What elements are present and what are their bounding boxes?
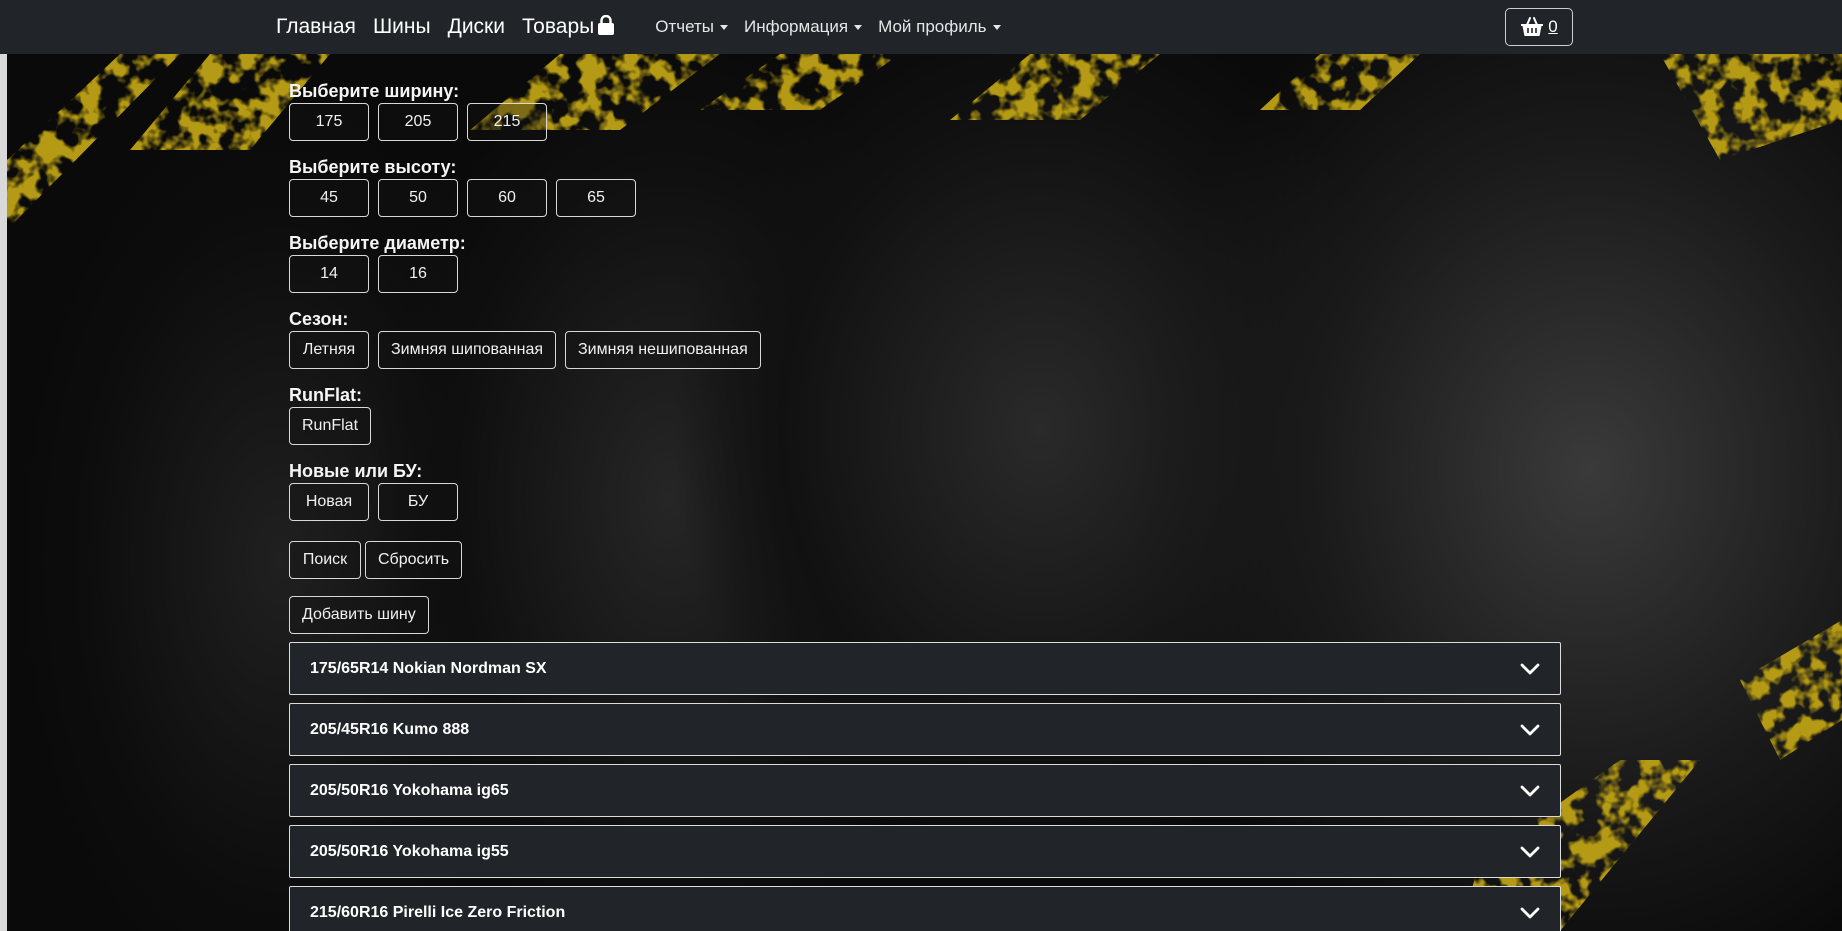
basket-icon (1521, 17, 1544, 36)
filter-panel: Выберите ширину: 175 205 215 Выберите вы… (289, 80, 761, 536)
nav-info-dropdown[interactable]: Информация (744, 17, 863, 37)
chevron-down-icon (1520, 907, 1540, 918)
nav-profile-label: Мой профиль (878, 17, 987, 36)
tire-list: 175/65R14 Nokian Nordman SX 205/45R16 Ku… (289, 642, 1561, 931)
lock-icon (598, 15, 615, 35)
nav-reports-label: Отчеты (655, 17, 714, 36)
width-option-205[interactable]: 205 (378, 103, 458, 141)
width-option-175[interactable]: 175 (289, 103, 369, 141)
tire-list-item[interactable]: 175/65R14 Nokian Nordman SX (289, 642, 1561, 695)
filter-actions: Поиск Сбросить (289, 541, 463, 579)
season-filter-label: Сезон: (289, 309, 349, 329)
season-filter: Сезон: Летняя Зимняя шипованная Зимняя н… (289, 308, 761, 369)
season-option-summer[interactable]: Летняя (289, 331, 369, 369)
tire-title: 205/45R16 Kumo 888 (310, 720, 470, 738)
nav-info-label: Информация (744, 17, 849, 36)
width-filter: Выберите ширину: 175 205 215 (289, 80, 761, 141)
tire-list-item[interactable]: 215/60R16 Pirelli Ice Zero Friction (289, 886, 1561, 931)
caret-down-icon (854, 24, 863, 30)
height-option-65[interactable]: 65 (556, 179, 636, 217)
height-option-45[interactable]: 45 (289, 179, 369, 217)
search-button[interactable]: Поиск (289, 541, 361, 579)
window-edge (0, 0, 7, 931)
nav-goods-label: Товары (521, 15, 595, 38)
caret-down-icon (720, 24, 728, 30)
tire-title: 215/60R16 Pirelli Ice Zero Friction (310, 903, 566, 921)
cart-count: 0 (1548, 17, 1558, 36)
height-filter: Выберите высоту: 45 50 60 65 (289, 156, 761, 217)
nav-goods-link[interactable]: Товары (522, 15, 615, 39)
runflat-option[interactable]: RunFlat (289, 407, 372, 445)
diameter-option-16[interactable]: 16 (378, 255, 458, 293)
top-navbar: Главная Шины Диски Товары Отчеты Информа… (0, 0, 1842, 54)
chevron-down-icon (1520, 785, 1540, 796)
season-option-winter-studded[interactable]: Зимняя шипованная (378, 331, 556, 369)
height-filter-label: Выберите высоту: (289, 157, 457, 177)
chevron-down-icon (1520, 846, 1540, 857)
condition-filter-label: Новые или БУ: (289, 461, 423, 481)
cart-button[interactable]: 0 (1505, 8, 1573, 46)
condition-option-used[interactable]: БУ (378, 483, 458, 521)
diameter-filter: Выберите диаметр: 14 16 (289, 232, 761, 293)
reset-button[interactable]: Сбросить (365, 541, 463, 579)
chevron-down-icon (1520, 724, 1540, 735)
tire-list-item[interactable]: 205/50R16 Yokohama ig65 (289, 764, 1561, 817)
height-option-50[interactable]: 50 (378, 179, 458, 217)
nav-wheels-link[interactable]: Диски (448, 15, 505, 39)
season-option-winter-unstudded[interactable]: Зимняя нешипованная (565, 331, 761, 369)
nav-tires-link[interactable]: Шины (373, 15, 431, 39)
tire-list-item[interactable]: 205/45R16 Kumo 888 (289, 703, 1561, 756)
diameter-filter-label: Выберите диаметр: (289, 233, 466, 253)
nav-profile-dropdown[interactable]: Мой профиль (878, 17, 1001, 37)
nav-links: Главная Шины Диски Товары Отчеты Информа… (276, 0, 1017, 54)
add-tire-button[interactable]: Добавить шину (289, 596, 429, 634)
width-filter-label: Выберите ширину: (289, 81, 460, 101)
height-option-60[interactable]: 60 (467, 179, 547, 217)
condition-filter: Новые или БУ: Новая БУ (289, 460, 761, 521)
condition-option-new[interactable]: Новая (289, 483, 369, 521)
nav-home-link[interactable]: Главная (276, 15, 356, 39)
runflat-filter: RunFlat: RunFlat (289, 384, 761, 445)
tire-title: 205/50R16 Yokohama ig65 (310, 781, 509, 799)
tire-list-item[interactable]: 205/50R16 Yokohama ig55 (289, 825, 1561, 878)
runflat-filter-label: RunFlat: (289, 385, 362, 405)
nav-reports-dropdown[interactable]: Отчеты (655, 17, 728, 37)
tire-title: 175/65R14 Nokian Nordman SX (310, 659, 547, 677)
tire-title: 205/50R16 Yokohama ig55 (310, 842, 509, 860)
diameter-option-14[interactable]: 14 (289, 255, 369, 293)
caret-down-icon (992, 24, 1001, 30)
chevron-down-icon (1520, 663, 1540, 674)
width-option-215[interactable]: 215 (467, 103, 547, 141)
add-tire-wrap: Добавить шину (289, 596, 429, 634)
